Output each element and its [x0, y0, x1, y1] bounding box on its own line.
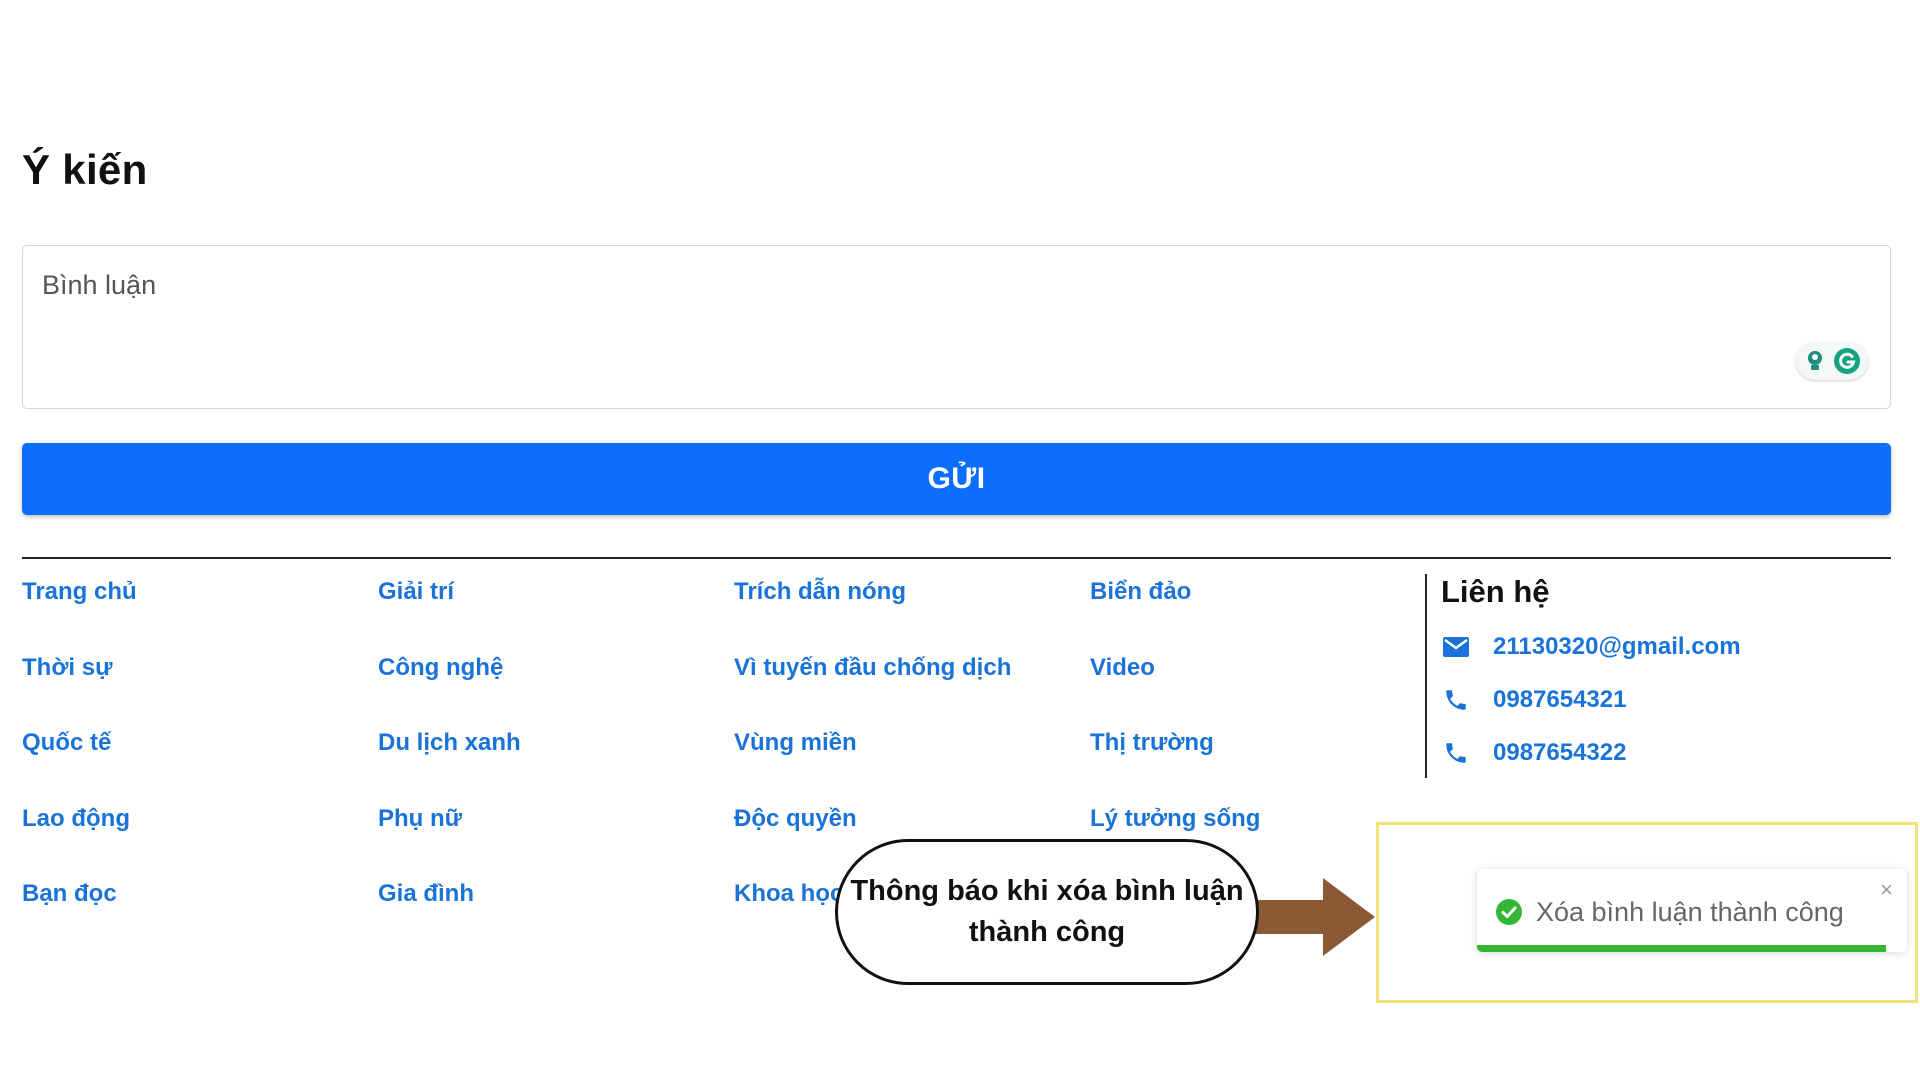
footer-link-phu-nu[interactable]: Phụ nữ [378, 805, 521, 881]
footer-link-du-lich-xanh[interactable]: Du lịch xanh [378, 729, 521, 805]
annotation-callout: Thông báo khi xóa bình luận thành công [835, 839, 1259, 985]
footer-link-cong-nghe[interactable]: Công nghệ [378, 654, 521, 730]
footer-link-vung-mien[interactable]: Vùng miền [734, 729, 1011, 805]
footer-divider [22, 557, 1891, 559]
check-circle-icon [1495, 898, 1523, 931]
footer-link-vi-tuyen-dau[interactable]: Vì tuyến đầu chống dịch [734, 654, 1011, 730]
section-title: Ý kiến [22, 146, 148, 193]
contact-section: Liên hệ 21130320@gmail.com 0987654321 09… [1425, 574, 1741, 778]
lightbulb-icon[interactable] [1804, 349, 1826, 373]
toast-close-button[interactable]: × [1880, 879, 1893, 901]
comment-box [22, 245, 1891, 409]
footer-link-bien-dao[interactable]: Biển đảo [1090, 578, 1260, 654]
contact-phone-link-1[interactable]: 0987654321 [1493, 686, 1626, 714]
mail-icon [1441, 636, 1471, 658]
footer-link-trang-chu[interactable]: Trang chủ [22, 578, 137, 654]
footer-link-video[interactable]: Video [1090, 654, 1260, 730]
footer-column-2: Giải trí Công nghệ Du lịch xanh Phụ nữ G… [378, 578, 521, 956]
footer-column-1: Trang chủ Thời sự Quốc tế Lao động Bạn đ… [22, 578, 137, 956]
page: Ý kiến GỬI Trang chủ Thời sự [0, 0, 1920, 1080]
footer-link-trich-dan-nong[interactable]: Trích dẫn nóng [734, 578, 1011, 654]
toast-progress-track [1477, 945, 1907, 952]
annotation-callout-text: Thông báo khi xóa bình luận thành công [850, 875, 1244, 948]
send-button[interactable]: GỬI [22, 443, 1891, 515]
toast-progress-bar [1477, 945, 1886, 952]
footer-link-giai-tri[interactable]: Giải trí [378, 578, 521, 654]
contact-title: Liên hệ [1441, 574, 1550, 609]
contact-phone-link-2[interactable]: 0987654322 [1493, 739, 1626, 767]
phone-icon [1441, 687, 1471, 713]
contact-email-link[interactable]: 21130320@gmail.com [1493, 633, 1741, 661]
footer-link-thi-truong[interactable]: Thị trường [1090, 729, 1260, 805]
comment-textarea[interactable] [23, 246, 1890, 408]
success-toast: Xóa bình luận thành công × [1477, 869, 1907, 952]
footer-link-ban-doc[interactable]: Bạn đọc [22, 880, 137, 956]
annotation-arrow [1255, 878, 1375, 956]
footer-link-lao-dong[interactable]: Lao động [22, 805, 137, 881]
grammarly-icon[interactable] [1833, 347, 1861, 375]
footer-link-gia-dinh[interactable]: Gia đình [378, 880, 521, 956]
footer-link-quoc-te[interactable]: Quốc tế [22, 729, 137, 805]
toast-message: Xóa bình luận thành công [1536, 897, 1844, 927]
phone-icon [1441, 740, 1471, 766]
footer-link-thoi-su[interactable]: Thời sự [22, 654, 137, 730]
contact-email-row: 21130320@gmail.com [1441, 628, 1741, 665]
contact-phone-row-2: 0987654322 [1441, 734, 1741, 771]
writing-assistant-widget[interactable] [1796, 342, 1868, 380]
contact-phone-row-1: 0987654321 [1441, 681, 1741, 718]
